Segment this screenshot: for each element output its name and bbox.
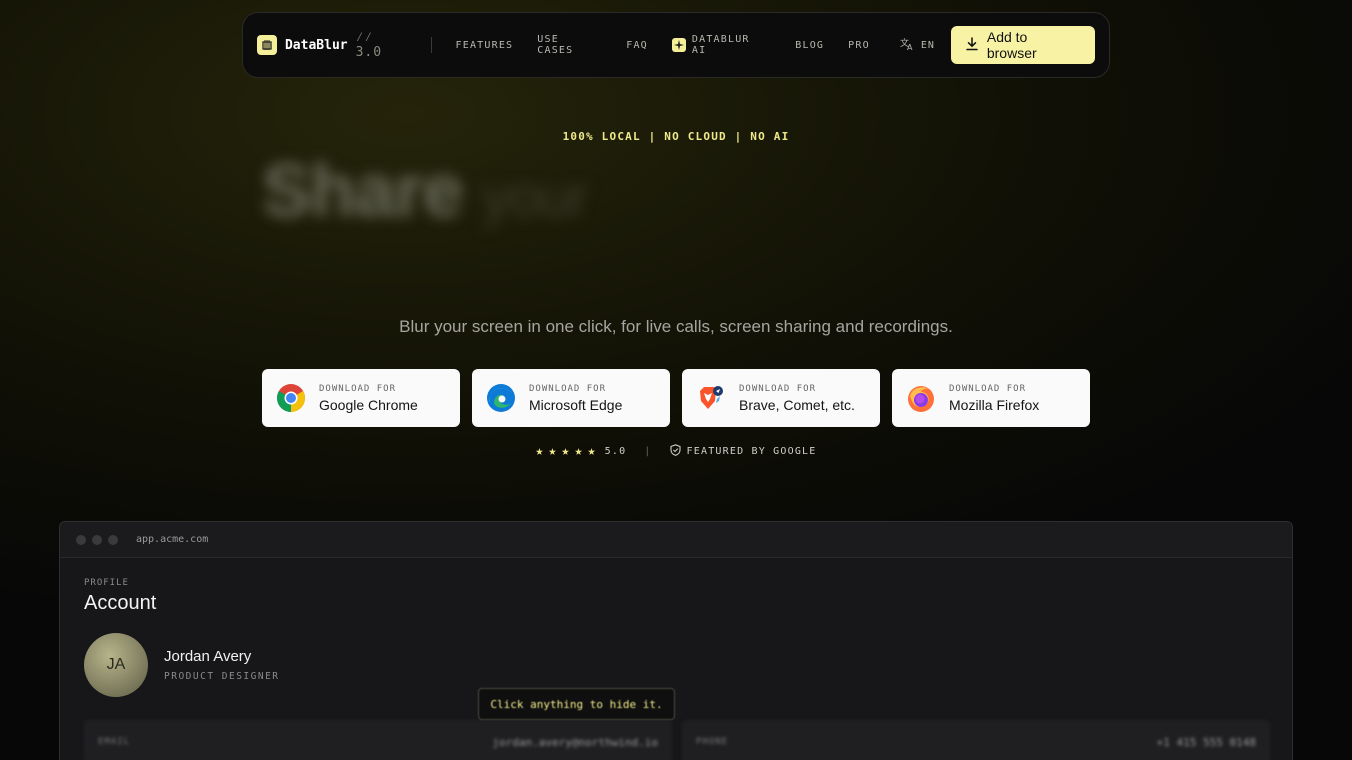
rating-separator: | bbox=[644, 446, 652, 457]
mock-body: PROFILE Account JA Jordan Avery PRODUCT … bbox=[60, 558, 1292, 760]
download-edge-name: Microsoft Edge bbox=[529, 396, 623, 413]
download-icon bbox=[965, 36, 979, 54]
nav-link-blog[interactable]: BLOG bbox=[795, 40, 824, 51]
window-dot-icon bbox=[108, 534, 118, 545]
rating-row: ★ ★ ★ ★ ★ 5.0 | FEATURED BY GOOGLE bbox=[0, 444, 1352, 459]
hero-title-rest: your bbox=[482, 165, 588, 228]
star-icon: ★ bbox=[535, 444, 545, 459]
person-card[interactable]: JA Jordan Avery PRODUCT DESIGNER bbox=[84, 633, 1268, 697]
brand[interactable]: DataBlur ⁄⁄ 3.0 bbox=[257, 30, 409, 60]
translate-icon: 文A bbox=[900, 37, 915, 54]
hint-tooltip: Click anything to hide it. bbox=[478, 688, 675, 720]
download-brave-pre: DOWNLOAD FOR bbox=[739, 383, 817, 394]
download-brave-name: Brave, Comet, etc. bbox=[739, 396, 855, 413]
email-value: jordan.avery@northwind.io bbox=[492, 735, 658, 749]
edge-icon bbox=[487, 384, 515, 412]
featured-by-google: FEATURED BY GOOGLE bbox=[686, 446, 817, 457]
download-firefox-pre: DOWNLOAD FOR bbox=[949, 383, 1027, 394]
phone-field[interactable]: PHONE +1 415 555 0148 bbox=[682, 720, 1270, 760]
avatar-initials: JA bbox=[106, 656, 126, 673]
nav-link-datablur-ai-label: DATABLUR AI bbox=[691, 34, 750, 56]
person-role[interactable]: PRODUCT DESIGNER bbox=[164, 671, 280, 682]
hero-subtitle: Blur your screen in one click, for live … bbox=[399, 317, 953, 336]
language-label: EN bbox=[920, 39, 935, 51]
window-dot-icon bbox=[92, 534, 102, 545]
star-icon: ★ bbox=[574, 444, 584, 459]
add-to-browser-button[interactable]: Add to browser bbox=[950, 26, 1095, 64]
download-firefox-name: Mozilla Firefox bbox=[949, 396, 1040, 413]
ai-sparkle-icon bbox=[671, 38, 686, 52]
nav-links: FEATURES USE CASES FAQ DATABLUR AI BLOG … bbox=[456, 34, 870, 56]
brand-version: ⁄⁄ 3.0 bbox=[355, 30, 383, 60]
email-field[interactable]: EMAIL jordan.avery@northwind.io bbox=[84, 720, 672, 760]
top-navbar: DataBlur ⁄⁄ 3.0 FEATURES USE CASES FAQ D… bbox=[242, 12, 1110, 78]
window-dot-icon bbox=[76, 534, 86, 545]
rating-score: 5.0 bbox=[604, 446, 627, 457]
account-title: Account bbox=[84, 592, 157, 614]
download-firefox-button[interactable]: DOWNLOAD FOR Mozilla Firefox bbox=[892, 369, 1090, 427]
chrome-icon bbox=[277, 384, 305, 412]
add-to-browser-label: Add to browser bbox=[986, 29, 1037, 61]
download-chrome-name: Google Chrome bbox=[319, 396, 418, 413]
profile-section-label: PROFILE bbox=[84, 578, 129, 588]
hero-title-blurred: Share your bbox=[262, 148, 588, 233]
browser-mockup: app.acme.com PROFILE Account JA Jordan A… bbox=[59, 521, 1293, 760]
download-edge-button[interactable]: DOWNLOAD FOR Microsoft Edge bbox=[472, 369, 670, 427]
datablur-logo-icon bbox=[257, 35, 277, 55]
shield-check-icon bbox=[669, 444, 681, 459]
star-rating: ★ ★ ★ ★ ★ bbox=[535, 444, 596, 459]
phone-label: PHONE bbox=[696, 737, 729, 747]
profile-fields: EMAIL jordan.avery@northwind.io PHONE +1… bbox=[84, 720, 1270, 760]
nav-link-datablur-ai[interactable]: DATABLUR AI bbox=[671, 34, 771, 56]
phone-value: +1 415 555 0148 bbox=[1156, 735, 1256, 749]
mock-titlebar: app.acme.com bbox=[60, 522, 1292, 558]
download-chrome-pre: DOWNLOAD FOR bbox=[319, 383, 397, 394]
nav-link-use-cases[interactable]: USE CASES bbox=[537, 34, 602, 56]
svg-text:A: A bbox=[907, 43, 913, 51]
brave-icon bbox=[700, 386, 723, 409]
star-icon: ★ bbox=[548, 444, 558, 459]
person-name[interactable]: Jordan Avery bbox=[164, 648, 280, 665]
hero-title-main: Share bbox=[262, 149, 464, 232]
star-icon: ★ bbox=[561, 444, 571, 459]
download-brave-button[interactable]: DOWNLOAD FOR Brave, Comet, etc. bbox=[682, 369, 880, 427]
firefox-icon bbox=[908, 386, 934, 412]
star-icon: ★ bbox=[587, 444, 597, 459]
download-cards: DOWNLOAD FOR Google Chrome DOWNLOAD FOR … bbox=[262, 369, 1090, 427]
download-edge-pre: DOWNLOAD FOR bbox=[529, 383, 607, 394]
nav-link-pro[interactable]: PRO bbox=[848, 40, 870, 51]
hero-tagline: 100% LOCAL | NO CLOUD | NO AI bbox=[562, 130, 790, 143]
avatar[interactable]: JA bbox=[84, 633, 148, 697]
nav-link-faq[interactable]: FAQ bbox=[626, 40, 648, 51]
nav-link-features[interactable]: FEATURES bbox=[456, 40, 514, 51]
nav-divider bbox=[430, 37, 432, 53]
mock-url: app.acme.com bbox=[136, 534, 209, 545]
language-switcher[interactable]: 文A EN bbox=[900, 37, 935, 54]
download-chrome-button[interactable]: DOWNLOAD FOR Google Chrome bbox=[262, 369, 460, 427]
brand-name: DataBlur bbox=[284, 37, 348, 53]
email-label: EMAIL bbox=[98, 737, 131, 747]
